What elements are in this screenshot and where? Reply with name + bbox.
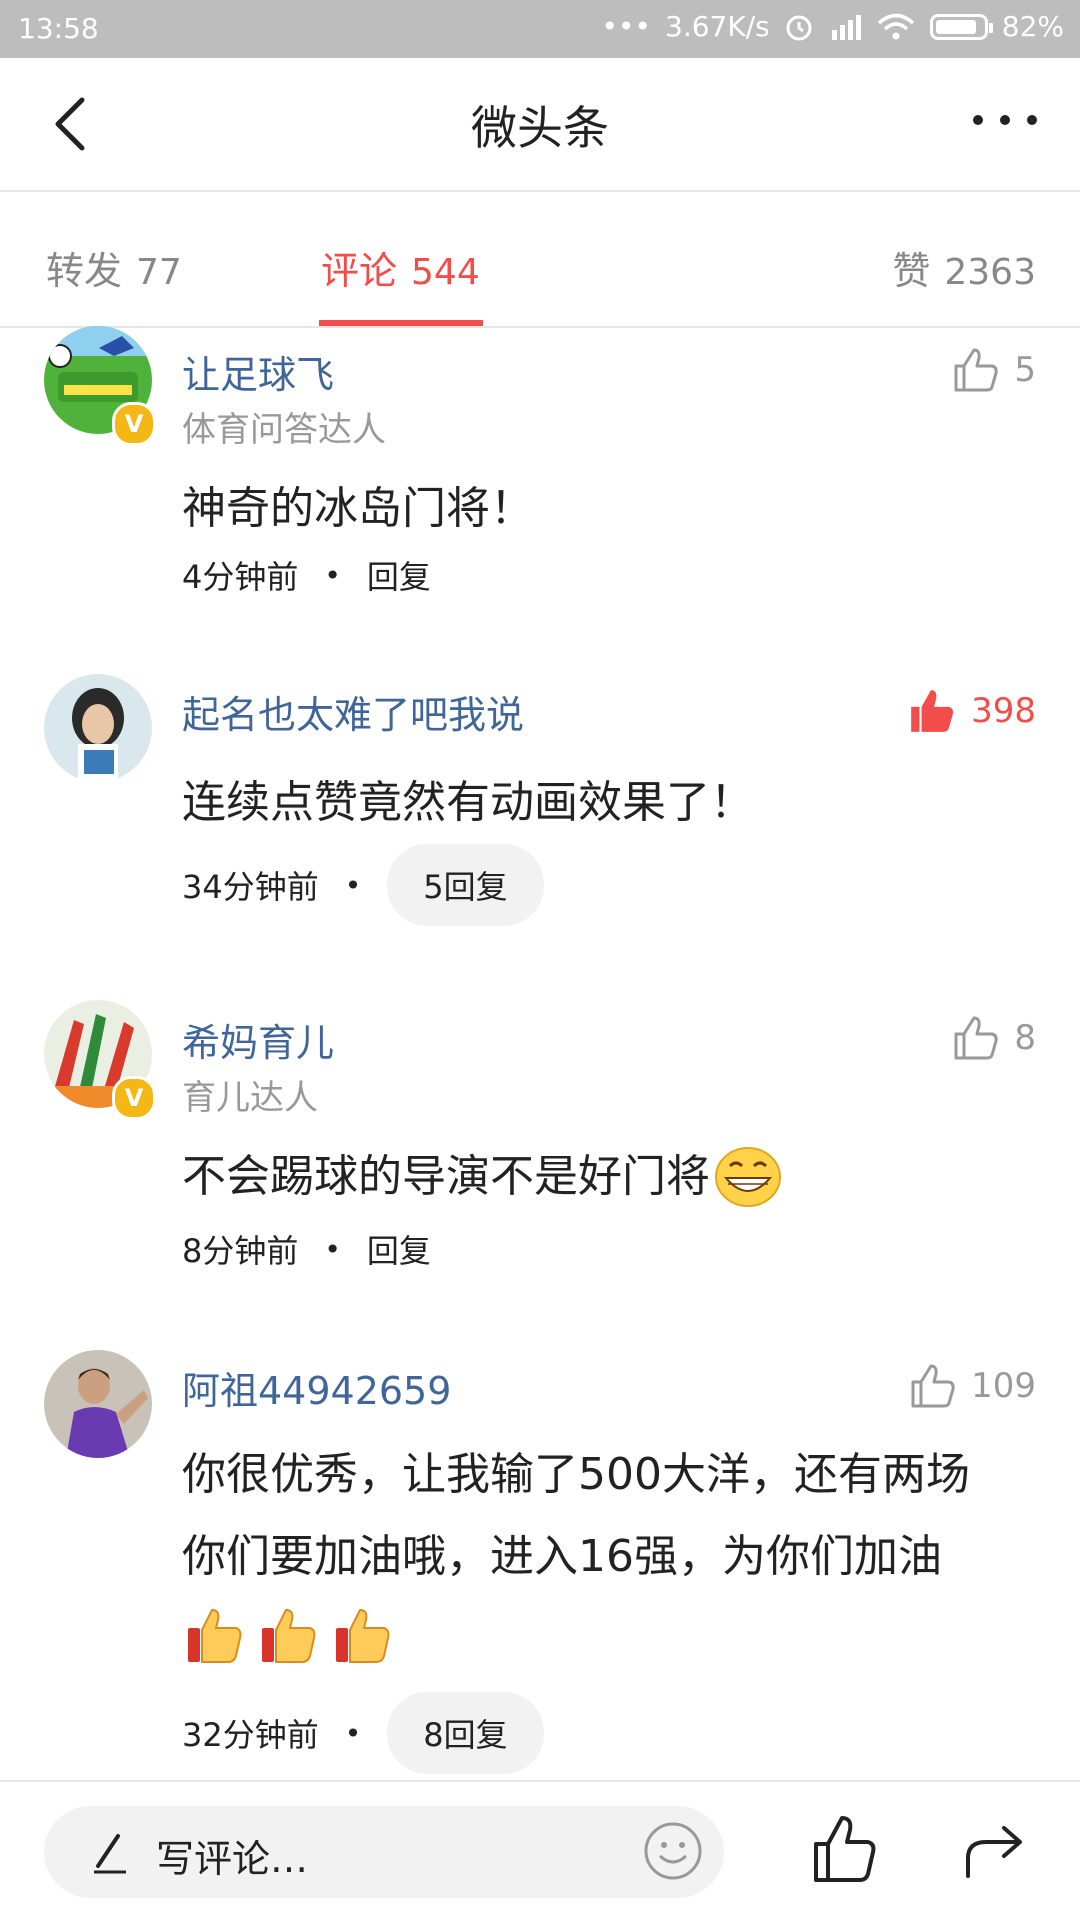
thumbs-up-emoji-icon bbox=[188, 1608, 242, 1663]
like-count: 398 bbox=[971, 691, 1036, 731]
bottom-bar: 写评论… bbox=[0, 1780, 1080, 1922]
reply-button[interactable]: 回复 bbox=[367, 552, 431, 598]
comment-text: 连续点赞竟然有动画效果了！ bbox=[182, 777, 754, 828]
thumbs-up-outline-icon bbox=[911, 1364, 955, 1408]
thumbs-up-emoji-icon bbox=[262, 1608, 316, 1663]
username[interactable]: 让足球飞 bbox=[182, 344, 334, 399]
like-post-icon[interactable] bbox=[812, 1814, 878, 1884]
separator-dot: • bbox=[324, 1232, 341, 1266]
tab-label: 评论 bbox=[321, 249, 398, 293]
like-button[interactable]: 5 bbox=[952, 346, 1036, 394]
wifi-icon bbox=[877, 13, 914, 39]
separator-dot: • bbox=[344, 1716, 362, 1750]
tab-count: 2363 bbox=[944, 252, 1036, 293]
signal-hd-icon bbox=[831, 14, 861, 40]
verified-badge-icon: V bbox=[112, 402, 156, 446]
more-notifications-icon: ••• bbox=[601, 10, 652, 43]
nav-bar: 微头条 bbox=[0, 58, 1080, 192]
avatar[interactable] bbox=[44, 674, 152, 782]
player-photo-avatar-icon bbox=[44, 1350, 152, 1458]
comment-time: 32分钟前 bbox=[182, 1716, 319, 1754]
comment-text-row: 不会踢球的导演不是好门将 bbox=[182, 1136, 1042, 1218]
reply-button[interactable]: 回复 bbox=[367, 1226, 431, 1272]
emoji-picker-icon[interactable] bbox=[642, 1820, 704, 1882]
like-count: 5 bbox=[1014, 350, 1036, 390]
tab-count: 544 bbox=[411, 252, 480, 293]
like-button-active[interactable]: 398 bbox=[907, 686, 1036, 736]
tab-reposts[interactable]: 转发 77 bbox=[46, 240, 182, 295]
comment-text: 不会踢球的导演不是好门将 bbox=[182, 1151, 710, 1202]
username[interactable]: 起名也太难了吧我说 bbox=[182, 684, 524, 739]
comment-meta: 32分钟前 • 8回复 bbox=[182, 1692, 544, 1774]
more-options-icon[interactable] bbox=[970, 110, 1040, 130]
pen-icon bbox=[94, 1834, 126, 1874]
tab-comments[interactable]: 评论 544 bbox=[321, 240, 480, 295]
like-count: 8 bbox=[1014, 1018, 1036, 1058]
like-count: 109 bbox=[971, 1366, 1036, 1406]
thumbs-up-outline-icon bbox=[954, 348, 999, 392]
share-icon[interactable] bbox=[962, 1820, 1028, 1880]
comment-text: 你很优秀，让我输了500大洋，还有两场 bbox=[182, 1449, 970, 1500]
comment-meta: 34分钟前 • 5回复 bbox=[182, 844, 544, 926]
like-button[interactable]: 109 bbox=[909, 1362, 1036, 1410]
comment-time: 34分钟前 bbox=[182, 868, 319, 906]
username[interactable]: 阿祖44942659 bbox=[182, 1360, 451, 1415]
like-button[interactable]: 8 bbox=[952, 1014, 1036, 1062]
thumbs-up-outline-icon bbox=[954, 1016, 999, 1060]
user-title: 体育问答达人 bbox=[182, 410, 386, 450]
comment-meta: 4分钟前 • 回复 bbox=[182, 552, 431, 598]
tab-label: 赞 bbox=[892, 249, 931, 293]
grinning-emoji-icon bbox=[715, 1147, 781, 1207]
username[interactable]: 希妈育儿 bbox=[182, 1012, 334, 1067]
battery-percent: 82% bbox=[1001, 10, 1064, 43]
separator-dot: • bbox=[324, 558, 341, 592]
battery-icon bbox=[929, 13, 993, 40]
comment-input[interactable]: 写评论… bbox=[44, 1806, 724, 1898]
tab-bar: 转发 77 评论 544 赞 2363 bbox=[0, 192, 1080, 328]
page-title: 微头条 bbox=[471, 101, 609, 155]
network-speed: 3.67K/s bbox=[665, 10, 770, 43]
comment-text: 你们要加油哦，进入16强，为你们加油 bbox=[182, 1531, 942, 1582]
thumbs-emoji-row bbox=[186, 1606, 392, 1664]
comment-text: 神奇的冰岛门将！ bbox=[182, 483, 534, 534]
user-title: 育儿达人 bbox=[182, 1078, 318, 1118]
tab-count: 77 bbox=[136, 252, 182, 293]
avatar[interactable] bbox=[44, 1350, 152, 1458]
tab-label: 转发 bbox=[46, 249, 123, 293]
active-tab-indicator bbox=[319, 320, 483, 326]
verified-badge-icon: V bbox=[112, 1076, 156, 1120]
thumbs-up-emoji-icon bbox=[336, 1608, 390, 1663]
replies-button[interactable]: 8回复 bbox=[387, 1692, 544, 1774]
separator-dot: • bbox=[344, 868, 362, 902]
comment-placeholder: 写评论… bbox=[156, 1837, 309, 1881]
comment-meta: 8分钟前 • 回复 bbox=[182, 1226, 431, 1272]
replies-button[interactable]: 5回复 bbox=[387, 844, 544, 926]
alarm-icon bbox=[786, 15, 812, 40]
thumbs-up-filled-icon bbox=[911, 690, 954, 732]
comment-time: 4分钟前 bbox=[182, 558, 299, 596]
tab-likes[interactable]: 赞 2363 bbox=[892, 240, 1036, 295]
status-bar: 13:58 ••• 3.67K/s 82% bbox=[0, 0, 1080, 58]
person-photo-avatar-icon bbox=[44, 674, 152, 782]
comment-time: 8分钟前 bbox=[182, 1232, 299, 1270]
status-time: 13:58 bbox=[18, 12, 99, 45]
